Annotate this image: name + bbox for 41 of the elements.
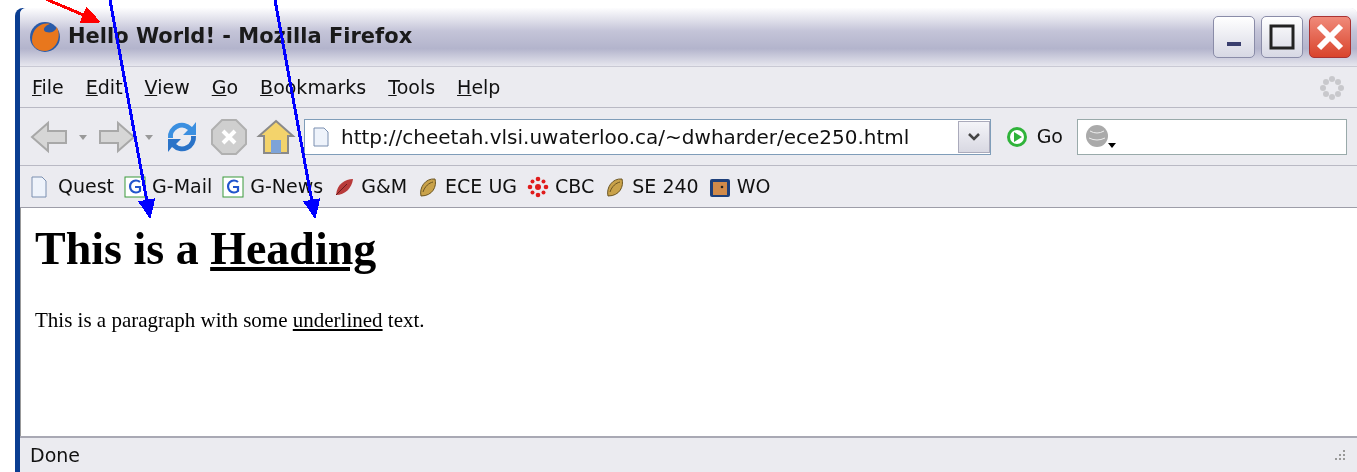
bookmark-link[interactable]: WO [708, 172, 771, 201]
close-icon [1314, 21, 1346, 53]
bookmark-link[interactable]: SE 240 [604, 172, 699, 201]
forward-arrow-icon[interactable] [96, 119, 136, 154]
menu-item[interactable]: Go [211, 72, 239, 102]
dropdown-button[interactable] [957, 120, 990, 153]
throbber-icon [1319, 75, 1345, 102]
google-icon [124, 175, 147, 198]
back-arrow-icon[interactable] [30, 119, 70, 154]
bookmark-link[interactable]: Quest [30, 172, 115, 201]
minimize-icon [1227, 42, 1241, 46]
menu-item[interactable]: Edit [85, 72, 123, 102]
close-button[interactable] [1309, 16, 1351, 58]
home-icon[interactable] [256, 117, 296, 156]
page-icon [313, 126, 329, 147]
address-bar[interactable]: http://cheetah.vlsi.uwaterloo.ca/~dwharder/ece250.html [304, 118, 991, 155]
go-button[interactable]: Go [998, 122, 1069, 151]
menu-item[interactable]: File [32, 72, 64, 102]
caret-icon[interactable] [78, 132, 88, 141]
page-heading: This is a Heading [35, 224, 378, 275]
resize-grip-icon[interactable] [1333, 448, 1347, 462]
minimize-button[interactable] [1213, 16, 1255, 58]
paragraph: This is a paragraph with some underlined text. [35, 306, 426, 334]
maximize-button[interactable] [1261, 16, 1303, 58]
bookmark-link[interactable]: CBC [527, 172, 595, 201]
menu-item[interactable]: View [144, 72, 190, 102]
play-icon [1004, 124, 1029, 149]
bookmark-link[interactable]: ECE UG [417, 172, 518, 201]
firefox-logo-icon [28, 20, 62, 54]
search-field[interactable] [1077, 118, 1347, 155]
menu-item[interactable]: Tools [388, 72, 436, 102]
stop-icon[interactable] [210, 117, 248, 156]
maximize-icon [1268, 23, 1296, 51]
caret-icon[interactable] [144, 132, 154, 141]
status-text: Done [30, 442, 80, 468]
bookmark-link[interactable]: G&M [333, 172, 408, 201]
menu-item[interactable]: Help [457, 72, 501, 102]
gem-icon [527, 175, 550, 198]
bookmark-link[interactable]: G-Mail [124, 172, 213, 201]
google-icon [222, 175, 245, 198]
chevron-down-icon [966, 131, 981, 142]
